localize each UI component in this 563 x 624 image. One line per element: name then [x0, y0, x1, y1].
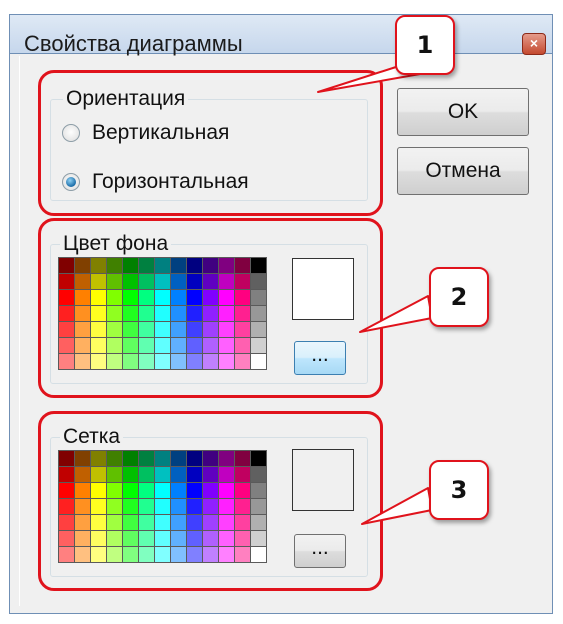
callout-3-pointer: [361, 487, 433, 525]
callout-3: 3: [429, 460, 489, 520]
callout-1: 1: [395, 15, 455, 75]
callout-2: 2: [429, 267, 489, 327]
callout-2-pointer: [359, 295, 433, 333]
